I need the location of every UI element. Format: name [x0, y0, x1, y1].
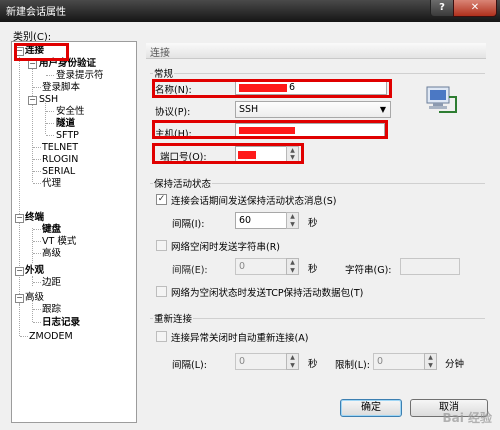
section-title: 连接	[150, 48, 170, 59]
title-bar[interactable]: 新建会话属性 ? ✕	[0, 0, 500, 22]
collapse-icon[interactable]: −	[28, 60, 37, 69]
tcp-checkbox[interactable]	[156, 286, 167, 297]
window-title: 新建会话属性	[6, 7, 66, 18]
reconnect-interval-label: 间隔(L):	[172, 360, 207, 371]
protocol-label: 协议(P):	[155, 107, 191, 118]
tree-item-trace[interactable]: 跟踪	[42, 304, 61, 316]
limit-input[interactable]: 0	[373, 353, 425, 370]
collapse-icon[interactable]: −	[28, 96, 37, 105]
tree-item-login-prompt[interactable]: 登录提示符	[56, 70, 104, 82]
interval2-input[interactable]: 0	[235, 258, 287, 275]
interval-spinner[interactable]: ▲ ▼	[286, 212, 299, 229]
spin-up-icon[interactable]: ▲	[287, 259, 298, 267]
tree-item-rlogin[interactable]: RLOGIN	[42, 154, 78, 166]
interval-input[interactable]: 60	[235, 212, 287, 229]
idle-send-label[interactable]: 网络空闲时发送字符串(R)	[171, 239, 280, 253]
string-label: 字符串(G):	[345, 265, 392, 276]
highlight-box	[152, 143, 304, 164]
help-button[interactable]: ?	[430, 0, 454, 17]
limit-spinner[interactable]: ▲ ▼	[424, 353, 437, 370]
spin-down-icon[interactable]: ▼	[425, 362, 436, 370]
tree-item-zmodem[interactable]: ZMODEM	[29, 331, 73, 343]
protocol-select[interactable]: SSH ▼	[235, 101, 391, 118]
tree-item-keyboard[interactable]: 键盘	[42, 224, 61, 236]
reconnect-interval-input[interactable]: 0	[235, 353, 287, 370]
collapse-icon[interactable]: −	[15, 267, 24, 276]
spin-up-icon[interactable]: ▲	[287, 354, 298, 362]
tree-item-terminal[interactable]: 终端	[25, 212, 44, 224]
chevron-down-icon: ▼	[379, 105, 386, 114]
highlight-box	[152, 79, 392, 98]
tcp-label[interactable]: 网络为空闲状态时发送TCP保持活动数据包(T)	[171, 285, 363, 299]
spin-down-icon[interactable]: ▼	[287, 362, 298, 370]
tree-item-log[interactable]: 日志记录	[42, 317, 80, 329]
collapse-icon[interactable]: −	[15, 214, 24, 223]
highlight-box	[152, 120, 388, 139]
spin-down-icon[interactable]: ▼	[287, 267, 298, 275]
spin-up-icon[interactable]: ▲	[425, 354, 436, 362]
tree-item-vt-mode[interactable]: VT 模式	[42, 236, 76, 248]
interval2-spinner[interactable]: ▲ ▼	[286, 258, 299, 275]
highlight-box	[14, 43, 69, 61]
tree-item-proxy[interactable]: 代理	[42, 178, 61, 190]
tree-item-security[interactable]: 安全性	[56, 106, 85, 118]
section-header: 连接	[146, 43, 486, 59]
tree-item-tunnel[interactable]: 隧道	[56, 118, 75, 130]
tree-item-login-script[interactable]: 登录脚本	[42, 82, 80, 94]
tree-item-advanced[interactable]: 高级	[42, 248, 61, 260]
group-reconnect-title: 重新连接	[153, 311, 194, 325]
seconds2-label: 秒	[308, 264, 318, 275]
reconnect-seconds-label: 秒	[308, 359, 318, 370]
keepalive-checkbox[interactable]: ✓	[156, 194, 167, 205]
tree-item-advanced-2[interactable]: 高级	[25, 292, 44, 304]
tree-item-telnet[interactable]: TELNET	[42, 142, 78, 154]
auto-reconnect-label[interactable]: 连接异常关闭时自动重新连接(A)	[171, 330, 308, 344]
tree-item-margin[interactable]: 边距	[42, 277, 61, 289]
seconds-label: 秒	[308, 218, 318, 229]
close-button[interactable]: ✕	[453, 0, 497, 17]
interval-label: 间隔(I):	[172, 219, 205, 230]
idle-send-checkbox[interactable]	[156, 240, 167, 251]
network-icon	[426, 86, 457, 113]
string-input[interactable]	[400, 258, 460, 275]
tree-item-ssh[interactable]: SSH	[39, 94, 58, 106]
collapse-icon[interactable]: −	[15, 294, 24, 303]
spin-up-icon[interactable]: ▲	[287, 213, 298, 221]
watermark: Bai 经验	[442, 411, 492, 425]
reconnect-interval-spinner[interactable]: ▲ ▼	[286, 353, 299, 370]
group-general-title: 常规	[153, 66, 175, 80]
spin-down-icon[interactable]: ▼	[287, 221, 298, 229]
interval2-label: 间隔(E):	[172, 265, 208, 276]
minutes-label: 分钟	[445, 359, 465, 370]
limit-label: 限制(L):	[335, 360, 370, 371]
tree-item-sftp[interactable]: SFTP	[56, 130, 79, 142]
keepalive-label[interactable]: 连接会话期间发送保持活动状态消息(S)	[171, 193, 336, 207]
ok-button[interactable]: 确定	[340, 399, 402, 417]
group-keepalive-title: 保持活动状态	[153, 176, 213, 190]
auto-reconnect-checkbox[interactable]	[156, 331, 167, 342]
category-tree[interactable]: − 连接 − 用户身份验证 登录提示符 登录脚本 − SSH 安全性 隧道 SF…	[11, 41, 137, 423]
tree-item-serial[interactable]: SERIAL	[42, 166, 75, 178]
tree-item-appearance[interactable]: 外观	[25, 265, 44, 277]
